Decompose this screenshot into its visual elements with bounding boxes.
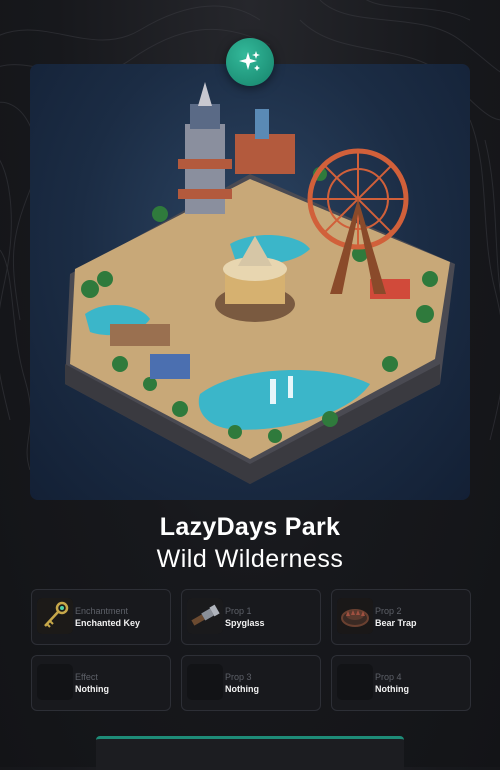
slot-effect[interactable]: Effect Nothing [31, 655, 171, 711]
slot-prop-3[interactable]: Prop 3 Nothing [181, 655, 321, 711]
slot-prop-4[interactable]: Prop 4 Nothing [331, 655, 471, 711]
slot-value: Nothing [375, 684, 409, 694]
slot-label: Prop 2 [375, 606, 402, 616]
slot-label: Prop 3 [225, 672, 252, 682]
slot-value: Spyglass [225, 618, 265, 628]
slot-label: Prop 4 [375, 672, 402, 682]
empty-slot-icon [337, 664, 373, 700]
park-title: LazyDays Park [159, 513, 341, 541]
slot-value: Nothing [75, 684, 109, 694]
slot-label: Effect [75, 672, 98, 682]
slot-prop-2[interactable]: Prop 2 Bear Trap [331, 589, 471, 645]
slot-label: Enchantment [75, 606, 129, 616]
slot-value: Enchanted Key [75, 618, 141, 628]
empty-slot-icon [187, 664, 223, 700]
sparkles-badge [226, 38, 274, 86]
sparkles-icon [239, 51, 260, 71]
bear-trap-icon [337, 598, 373, 634]
slot-value: Nothing [225, 684, 259, 694]
slot-value: Bear Trap [375, 618, 417, 628]
bottom-action-bar[interactable] [96, 736, 404, 770]
park-illustration [30, 64, 470, 500]
slot-label: Prop 1 [225, 606, 252, 616]
park-subtitle: Wild Wilderness [156, 545, 344, 573]
slot-enchantment[interactable]: Enchantment Enchanted Key [31, 589, 171, 645]
slot-prop-1[interactable]: Prop 1 Spyglass [181, 589, 321, 645]
key-icon [37, 598, 73, 634]
spyglass-icon [187, 598, 223, 634]
empty-slot-icon [37, 664, 73, 700]
